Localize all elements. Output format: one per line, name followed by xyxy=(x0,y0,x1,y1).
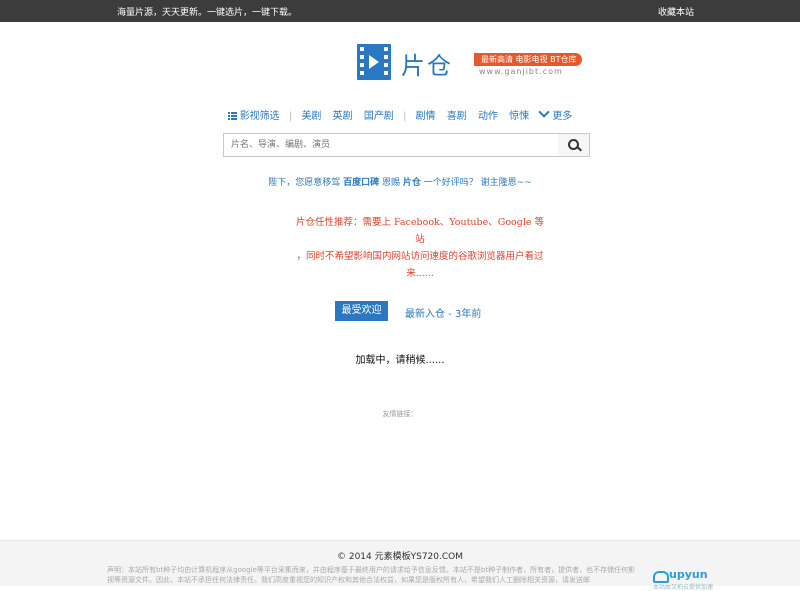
nav-item-thriller[interactable]: 惊悚 xyxy=(509,111,529,122)
logo-name: 片仓 xyxy=(401,52,453,80)
logo-slogan: 最新高清 电影电视 BT仓库 xyxy=(474,53,583,66)
list-icon xyxy=(227,112,237,120)
upyun-logo[interactable]: upyun 本站由又拍云提供加速 xyxy=(653,567,713,591)
nav-item-us-drama[interactable]: 美剧 xyxy=(301,111,321,122)
tab-popular[interactable]: 最受欢迎 xyxy=(335,301,388,321)
bookmark-link[interactable]: 收藏本站 xyxy=(658,5,694,18)
recommendation-text: 片仓任性推荐：需要上 Facebook、Youtube、Google 等站 ，同… xyxy=(295,217,545,279)
nav-item-uk-drama[interactable]: 英剧 xyxy=(333,111,353,122)
category-nav: 影视筛选 | 美剧 英剧 国产剧 | 剧情 喜剧 动作 惊悚 更多 xyxy=(0,106,800,122)
tab-latest[interactable]: 最新入仓 - 3年前 xyxy=(405,305,481,320)
top-slogan: 海量片源，天天更新。一键选片，一键下载。 xyxy=(117,8,298,18)
copyright: © 2014 元素模板YS720.COM xyxy=(336,552,463,562)
search-input[interactable] xyxy=(223,133,559,157)
logo-url: www.ganjibt.com xyxy=(479,67,563,76)
search-button[interactable] xyxy=(558,133,590,157)
nav-filter[interactable]: 影视筛选 xyxy=(227,111,280,122)
loading-text: 加载中，请稍候...... xyxy=(355,355,445,366)
film-icon xyxy=(357,44,391,80)
nav-more[interactable]: 更多 xyxy=(538,106,572,122)
search-bar xyxy=(223,133,590,157)
nav-divider: | xyxy=(288,111,293,122)
nav-item-comedy[interactable]: 喜剧 xyxy=(447,111,467,122)
nav-divider: | xyxy=(403,111,407,122)
site-name-link[interactable]: 片仓 xyxy=(403,178,421,188)
nav-item-action[interactable]: 动作 xyxy=(478,111,498,122)
chevron-down-icon xyxy=(538,106,550,118)
nav-item-plot[interactable]: 剧情 xyxy=(416,111,436,122)
review-notice: 陛下，您愿意移驾 百度口碑 恩赐 片仓 一个好评吗？ 谢主隆恩~~ xyxy=(268,178,532,188)
disclaimer: 声明：本站所有bt种子均由计算机程序从google等平台采集而来，并由程序基于最… xyxy=(107,566,636,584)
baidu-koubei-link[interactable]: 百度口碑 xyxy=(343,178,379,188)
top-bar: 海量片源，天天更新。一键选片，一键下载。 收藏本站 xyxy=(0,0,800,22)
site-logo[interactable]: 片仓 最新高清 电影电视 BT仓库 www.ganjibt.com xyxy=(357,44,587,86)
friend-links-label: 友情链接： xyxy=(382,410,418,418)
play-icon xyxy=(369,55,379,69)
footer: © 2014 元素模板YS720.COM 声明：本站所有bt种子均由计算机程序从… xyxy=(0,540,800,591)
nav-item-cn-drama[interactable]: 国产剧 xyxy=(364,111,394,122)
